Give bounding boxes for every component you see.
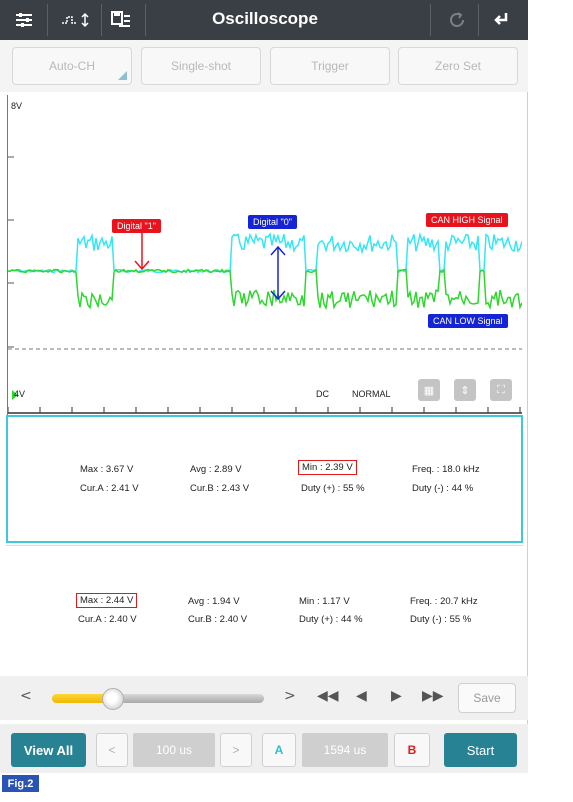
cursor-delta-value: 1594 us bbox=[302, 733, 388, 767]
ch1-avg: Avg : 2.89 V bbox=[190, 464, 242, 475]
can-low-label: CAN LOW Signal bbox=[428, 314, 508, 328]
signal-cursor-icon[interactable] bbox=[58, 7, 94, 33]
ch2-cur-a: Cur.A : 2.40 V bbox=[78, 614, 137, 625]
ch1-duty-pos: Duty (+) : 55 % bbox=[301, 483, 365, 494]
ch1-max: Max : 3.67 V bbox=[80, 464, 134, 475]
mode-label: NORMAL bbox=[352, 389, 391, 399]
chevron-right-icon: > bbox=[232, 743, 240, 757]
slider-left-icon[interactable]: < bbox=[20, 688, 32, 704]
ch2-cur-b: Cur.B : 2.40 V bbox=[188, 614, 248, 625]
header-divider bbox=[101, 4, 102, 36]
header-divider bbox=[145, 4, 146, 36]
can-high-label: CAN HIGH Signal bbox=[426, 213, 508, 227]
dropdown-corner-icon bbox=[118, 71, 127, 80]
coupling-label: DC bbox=[316, 389, 329, 399]
voltage-top-label: 8V bbox=[11, 101, 23, 111]
single-shot-button[interactable]: Single-shot bbox=[141, 47, 261, 85]
slider-right-icon[interactable]: > bbox=[284, 688, 296, 704]
auto-ch-button[interactable]: Auto-CH bbox=[12, 47, 132, 85]
start-button[interactable]: Start bbox=[444, 733, 517, 767]
save-list-icon[interactable] bbox=[108, 7, 134, 33]
fullscreen-icon[interactable]: ⛶ bbox=[490, 379, 512, 401]
header-bar: Oscilloscope bbox=[0, 0, 528, 40]
time-div-value: 100 us bbox=[133, 733, 215, 767]
time-decrease-button[interactable]: < bbox=[96, 733, 128, 767]
ch2-duty-pos: Duty (+) : 44 % bbox=[299, 614, 363, 625]
vertical-scale-icon[interactable]: ⇕ bbox=[454, 379, 476, 401]
controls-row: View All < 100 us > A 1594 us B Start bbox=[0, 724, 528, 773]
trigger-button[interactable]: Trigger bbox=[270, 47, 390, 85]
can-low-series bbox=[8, 267, 522, 311]
header-divider bbox=[430, 4, 431, 36]
ch1-cur-b: Cur.B : 2.43 V bbox=[190, 483, 250, 494]
rewind-icon[interactable]: ◀◀ bbox=[317, 688, 339, 704]
playback-row: < > ◀◀ ◀ ▶ ▶▶ Save bbox=[0, 676, 528, 720]
ch1-freq: Freq. : 18.0 kHz bbox=[412, 464, 480, 475]
scope-display[interactable]: 8V 4V DC NORMAL ▦ ⇕ ⛶ Digital "1" Digita… bbox=[7, 95, 522, 415]
scope-waveform-canvas bbox=[8, 156, 522, 414]
view-all-button[interactable]: View All bbox=[11, 733, 86, 767]
voltage-bottom-label: 4V bbox=[14, 389, 26, 399]
can-high-series bbox=[8, 231, 522, 275]
header-divider bbox=[478, 4, 479, 36]
figure-label: Fig.2 bbox=[2, 775, 39, 792]
refresh-icon[interactable] bbox=[444, 7, 470, 33]
channel2-measurements[interactable]: Max : 2.44 V Avg : 1.94 V Min : 1.17 V F… bbox=[6, 545, 523, 673]
zoom-icon[interactable]: ▦ bbox=[418, 379, 440, 401]
toolbar: Auto-CH Single-shot Trigger Zero Set bbox=[0, 40, 528, 92]
settings-sliders-icon[interactable] bbox=[12, 7, 36, 33]
step-back-icon[interactable]: ◀ bbox=[356, 688, 367, 704]
ch2-min: Min : 1.17 V bbox=[299, 596, 350, 607]
ch2-avg: Avg : 1.94 V bbox=[188, 596, 240, 607]
ch1-cur-a: Cur.A : 2.41 V bbox=[80, 483, 139, 494]
ch2-freq: Freq. : 20.7 kHz bbox=[410, 596, 478, 607]
digital-one-annotation: Digital "1" bbox=[112, 219, 161, 233]
app-frame: Oscilloscope Auto-CH Single-shot Trigger… bbox=[0, 0, 528, 773]
playback-slider[interactable] bbox=[52, 688, 264, 710]
page-title: Oscilloscope bbox=[212, 9, 318, 28]
back-icon[interactable] bbox=[488, 7, 514, 33]
fast-forward-icon[interactable]: ▶▶ bbox=[422, 688, 444, 704]
digital-zero-annotation: Digital "0" bbox=[248, 215, 297, 229]
ch1-min: Min : 2.39 V bbox=[298, 460, 357, 475]
auto-ch-label: Auto-CH bbox=[48, 59, 95, 73]
header-divider bbox=[47, 4, 48, 36]
ch1-duty-neg: Duty (-) : 44 % bbox=[412, 483, 474, 494]
step-forward-icon[interactable]: ▶ bbox=[391, 688, 402, 704]
save-button[interactable]: Save bbox=[458, 683, 516, 713]
cursor-b-button[interactable]: B bbox=[394, 733, 430, 767]
time-increase-button[interactable]: > bbox=[220, 733, 252, 767]
slider-thumb[interactable] bbox=[102, 688, 125, 710]
ch2-max: Max : 2.44 V bbox=[76, 593, 138, 608]
cursor-a-button[interactable]: A bbox=[262, 733, 296, 767]
zero-set-button[interactable]: Zero Set bbox=[398, 47, 518, 85]
channel1-measurements[interactable]: Max : 3.67 V Avg : 2.89 V Min : 2.39 V F… bbox=[6, 415, 523, 543]
chevron-left-icon: < bbox=[108, 743, 116, 757]
ch2-duty-neg: Duty (-) : 55 % bbox=[410, 614, 472, 625]
